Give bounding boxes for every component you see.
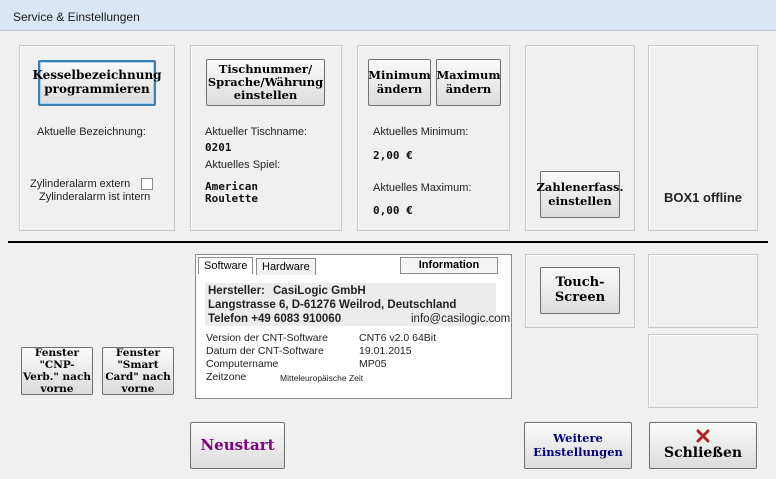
more-settings-button[interactable]: Weitere Einstellungen bbox=[524, 422, 632, 469]
x-icon bbox=[696, 429, 710, 443]
number-capture-button[interactable]: Zahlenerfass. einstellen bbox=[537, 171, 624, 218]
cnp-window-label: Fenster "CNP-Verb." nach vorne bbox=[23, 346, 91, 396]
tab-software[interactable]: Software bbox=[198, 257, 254, 274]
tab-hardware[interactable]: Hardware bbox=[256, 258, 316, 275]
more-settings-label: Weitere Einstellungen bbox=[533, 431, 623, 459]
info-row-label: Computername bbox=[206, 358, 279, 370]
manufacturer-block: Hersteller: CasiLogic GmbH Langstrasse 6… bbox=[205, 283, 510, 326]
manufacturer-label: Hersteller: bbox=[208, 285, 265, 297]
max-label: Aktuelles Maximum: bbox=[373, 182, 472, 194]
manufacturer-email: info@casilogic.com bbox=[411, 313, 511, 325]
info-header: Information bbox=[400, 257, 498, 274]
info-row-label: Version der CNT-Software bbox=[206, 332, 328, 344]
min-label: Aktuelles Minimum: bbox=[373, 126, 469, 138]
right-panel-top bbox=[648, 254, 758, 328]
minimum-change-label: Minimum ändern bbox=[368, 68, 431, 96]
title-bar: Service & Einstellungen bbox=[0, 0, 776, 31]
cylinder-alarm-label: Zylinderalarm extern bbox=[30, 178, 131, 190]
min-value: 2,00 € bbox=[373, 149, 413, 162]
close-label: Schließen bbox=[663, 445, 743, 462]
info-row-value: Mitteleuropäische Zeit bbox=[280, 373, 364, 383]
info-row-label: Datum der CNT-Software bbox=[206, 345, 324, 357]
smartcard-window-button[interactable]: Fenster "Smart Card" nach vorne bbox=[102, 347, 174, 395]
tablename-value: 0201 bbox=[205, 141, 232, 154]
section-divider bbox=[8, 241, 768, 243]
manufacturer-name: CasiLogic GmbH bbox=[273, 285, 366, 297]
box-status: BOX1 offline bbox=[664, 190, 743, 205]
info-row-label: Zeitzone bbox=[206, 371, 247, 383]
tablename-label: Aktueller Tischname: bbox=[205, 126, 308, 138]
info-row-value: 19.01.2015 bbox=[359, 345, 412, 357]
info-row-value: MP05 bbox=[359, 358, 387, 370]
restart-label: Neustart bbox=[200, 435, 275, 454]
max-value: 0,00 € bbox=[373, 204, 413, 217]
number-capture-label: Zahlenerfass. einstellen bbox=[536, 180, 624, 208]
close-button[interactable]: Schließen bbox=[649, 422, 757, 469]
table-settings-button[interactable]: Tischnummer/ Sprache/Währung einstellen bbox=[206, 59, 325, 106]
maximum-change-label: Maximum ändern bbox=[436, 68, 501, 96]
game-value: American Roulette bbox=[205, 180, 258, 205]
kessel-program-label: Kesselbezeichnung programmieren bbox=[32, 68, 162, 96]
restart-button[interactable]: Neustart bbox=[190, 422, 285, 469]
cylinder-alarm-checkbox[interactable] bbox=[141, 178, 153, 190]
info-row-value: CNT6 v2.0 64Bit bbox=[359, 332, 437, 344]
manufacturer-phone: Telefon +49 6083 910060 bbox=[208, 313, 342, 325]
current-name-label: Aktuelle Bezeichnung: bbox=[37, 126, 146, 138]
cylinder-alarm-status: Zylinderalarm ist intern bbox=[39, 191, 151, 203]
touch-screen-button[interactable]: Touch-Screen bbox=[540, 267, 620, 314]
kessel-program-button[interactable]: Kesselbezeichnung programmieren bbox=[32, 60, 162, 106]
cnp-window-button[interactable]: Fenster "CNP-Verb." nach vorne bbox=[21, 347, 93, 395]
manufacturer-address: Langstrasse 6, D-61276 Weilrod, Deutschl… bbox=[208, 299, 457, 311]
touch-screen-label: Touch-Screen bbox=[554, 274, 606, 305]
table-settings-label: Tischnummer/ Sprache/Währung einstellen bbox=[207, 61, 324, 103]
maximum-change-button[interactable]: Maximum ändern bbox=[436, 59, 501, 106]
right-panel-bottom bbox=[648, 334, 758, 408]
info-header-label: Information bbox=[418, 259, 480, 271]
smartcard-window-label: Fenster "Smart Card" nach vorne bbox=[105, 346, 171, 396]
window-title: Service & Einstellungen bbox=[13, 10, 140, 24]
game-label: Aktuelles Spiel: bbox=[205, 159, 281, 171]
minimum-change-button[interactable]: Minimum ändern bbox=[368, 59, 431, 106]
